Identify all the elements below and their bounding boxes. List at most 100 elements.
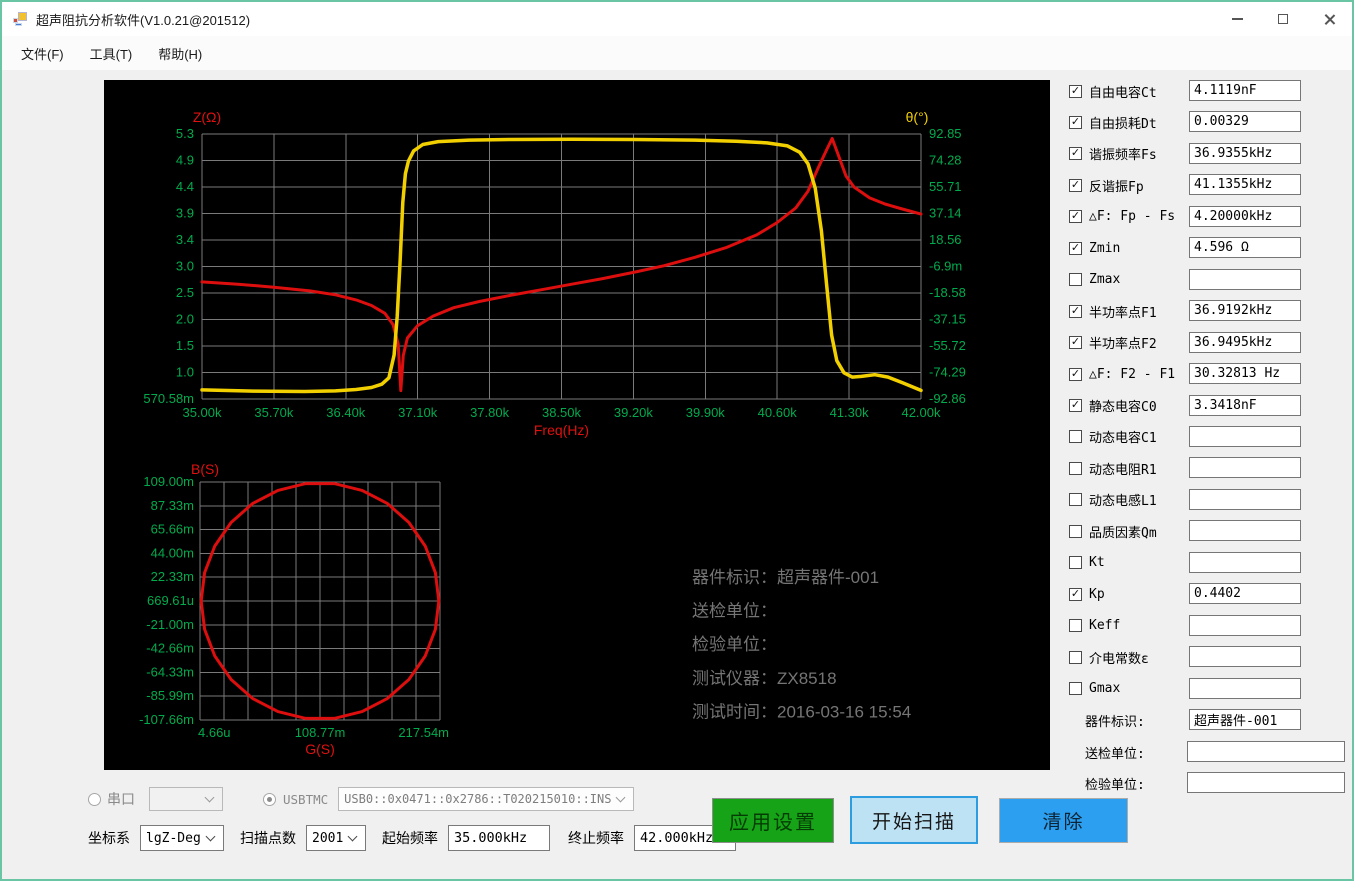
checkbox-r1[interactable] bbox=[1069, 461, 1082, 475]
checkbox-c0[interactable] bbox=[1069, 399, 1082, 412]
apply-settings-button[interactable]: 应用设置 bbox=[712, 798, 834, 843]
field-gmax[interactable] bbox=[1189, 677, 1301, 699]
field-kp[interactable] bbox=[1189, 583, 1301, 605]
result-row-zmin: Zmin bbox=[1067, 237, 1352, 259]
scan-points-value: 2001 bbox=[312, 830, 343, 846]
field-ct[interactable] bbox=[1189, 80, 1301, 101]
start-freq-input[interactable] bbox=[448, 825, 550, 851]
tick-label: -42.66m bbox=[146, 641, 194, 656]
field-df-f2-f1[interactable] bbox=[1189, 363, 1301, 385]
device-info-line-2: 检验单位： bbox=[692, 635, 777, 654]
label-kp: Kp bbox=[1089, 586, 1105, 602]
tick-label: -92.86 bbox=[929, 391, 966, 406]
tick-label: -55.72 bbox=[929, 338, 966, 353]
chevron-down-icon bbox=[204, 792, 215, 803]
checkbox-keff[interactable] bbox=[1069, 619, 1082, 633]
tick-label: -85.99m bbox=[146, 688, 194, 703]
tick-label: 39.90k bbox=[686, 405, 726, 420]
tick-label: 570.58m bbox=[143, 391, 194, 406]
label-ct: 自由电容Ct bbox=[1089, 85, 1157, 101]
tick-label: 39.20k bbox=[614, 405, 654, 420]
tick-label: -6.9m bbox=[929, 259, 962, 274]
scan-points-combo[interactable]: 2001 bbox=[306, 825, 366, 851]
tick-label: 4.4 bbox=[176, 179, 194, 194]
field-sender-unit[interactable] bbox=[1187, 741, 1345, 762]
tick-label: 38.50k bbox=[542, 405, 582, 420]
checkbox-fp[interactable] bbox=[1069, 178, 1082, 192]
checkbox-kp[interactable] bbox=[1069, 587, 1082, 601]
tick-label: 65.66m bbox=[151, 522, 194, 537]
field-inspector-unit[interactable] bbox=[1187, 772, 1345, 793]
field-f2[interactable] bbox=[1189, 331, 1301, 353]
sweep-settings-row: 坐标系 lgZ-Deg 扫描点数 2001 起始频率 终止频率 bbox=[88, 824, 754, 852]
label-f2: 半功率点F2 bbox=[1089, 337, 1157, 353]
coord-system-combo[interactable]: lgZ-Deg bbox=[140, 825, 224, 851]
usbtmc-address-combo[interactable]: USB0::0x0471::0x2786::T020215010::INSTR bbox=[338, 787, 635, 811]
checkbox-f2[interactable] bbox=[1069, 336, 1082, 350]
clear-button[interactable]: 清除 bbox=[999, 798, 1128, 843]
checkbox-qm[interactable] bbox=[1069, 524, 1082, 538]
checkbox-gmax[interactable] bbox=[1069, 682, 1082, 696]
field-f1[interactable] bbox=[1189, 300, 1301, 322]
serial-port-combo[interactable] bbox=[149, 787, 223, 811]
menu-tools[interactable]: 工具(T) bbox=[77, 37, 146, 70]
menu-help[interactable]: 帮助(H) bbox=[145, 37, 215, 70]
coord-system-value: lgZ-Deg bbox=[146, 830, 201, 846]
tick-label: 35.70k bbox=[254, 405, 294, 420]
field-fp[interactable] bbox=[1189, 174, 1301, 196]
label-zmin: Zmin bbox=[1089, 240, 1121, 256]
field-c1[interactable] bbox=[1189, 425, 1301, 447]
field-l1[interactable] bbox=[1189, 488, 1301, 510]
x-axis-title: Freq(Hz) bbox=[534, 422, 589, 438]
field-zmax[interactable] bbox=[1189, 268, 1301, 290]
field-kt[interactable] bbox=[1189, 551, 1301, 573]
field-qm[interactable] bbox=[1189, 520, 1301, 542]
tick-label: 40.60k bbox=[758, 405, 798, 420]
menu-file[interactable]: 文件(F) bbox=[8, 37, 77, 70]
tick-label: -74.29 bbox=[929, 365, 966, 380]
serial-radio[interactable] bbox=[88, 792, 101, 806]
chevron-down-icon bbox=[205, 831, 216, 842]
checkbox-c1[interactable] bbox=[1069, 430, 1082, 444]
label-f1: 半功率点F1 bbox=[1089, 305, 1157, 321]
field-zmin[interactable] bbox=[1189, 237, 1301, 259]
checkbox-epsilon[interactable] bbox=[1069, 650, 1082, 664]
minimize-button[interactable] bbox=[1214, 2, 1260, 36]
start-scan-button[interactable]: 开始扫描 bbox=[850, 796, 978, 844]
result-row-df-fp-fs: △F: Fp - Fs bbox=[1067, 205, 1352, 228]
checkbox-zmax[interactable] bbox=[1069, 273, 1082, 287]
checkbox-df-fp-fs[interactable] bbox=[1069, 210, 1082, 224]
field-keff[interactable] bbox=[1189, 614, 1301, 636]
checkbox-fs[interactable] bbox=[1069, 147, 1082, 161]
start-freq-label: 起始频率 bbox=[382, 830, 438, 846]
result-row-epsilon: 介电常数ε bbox=[1067, 646, 1352, 668]
field-c0[interactable] bbox=[1189, 394, 1301, 416]
close-button[interactable] bbox=[1306, 2, 1352, 36]
result-row-gmax: Gmax bbox=[1067, 677, 1352, 700]
minimize-icon bbox=[1231, 18, 1243, 20]
label-keff: Keff bbox=[1089, 618, 1121, 634]
field-device-id[interactable] bbox=[1189, 709, 1301, 730]
tick-label: 92.85 bbox=[929, 126, 962, 141]
field-dt[interactable] bbox=[1189, 111, 1301, 133]
maximize-button[interactable] bbox=[1260, 2, 1306, 36]
tick-label: 1.5 bbox=[176, 338, 194, 353]
usbtmc-radio[interactable] bbox=[263, 792, 276, 806]
tick-label: 4.66u bbox=[198, 725, 231, 740]
field-df-fp-fs[interactable] bbox=[1189, 205, 1301, 227]
checkbox-dt[interactable] bbox=[1069, 115, 1082, 129]
serial-label: 串口 bbox=[107, 791, 135, 807]
label-kt: Kt bbox=[1089, 555, 1105, 571]
checkbox-f1[interactable] bbox=[1069, 304, 1082, 318]
field-epsilon[interactable] bbox=[1189, 646, 1301, 668]
tick-label: -107.66m bbox=[139, 712, 194, 727]
checkbox-kt[interactable] bbox=[1069, 556, 1082, 570]
tick-label: -37.15 bbox=[929, 312, 966, 327]
checkbox-ct[interactable] bbox=[1069, 84, 1082, 98]
checkbox-zmin[interactable] bbox=[1069, 241, 1082, 255]
field-fs[interactable] bbox=[1189, 142, 1301, 164]
field-r1[interactable] bbox=[1189, 457, 1301, 479]
label-r1: 动态电阻R1 bbox=[1089, 462, 1157, 478]
checkbox-df-f2-f1[interactable] bbox=[1069, 367, 1082, 381]
checkbox-l1[interactable] bbox=[1069, 493, 1082, 507]
